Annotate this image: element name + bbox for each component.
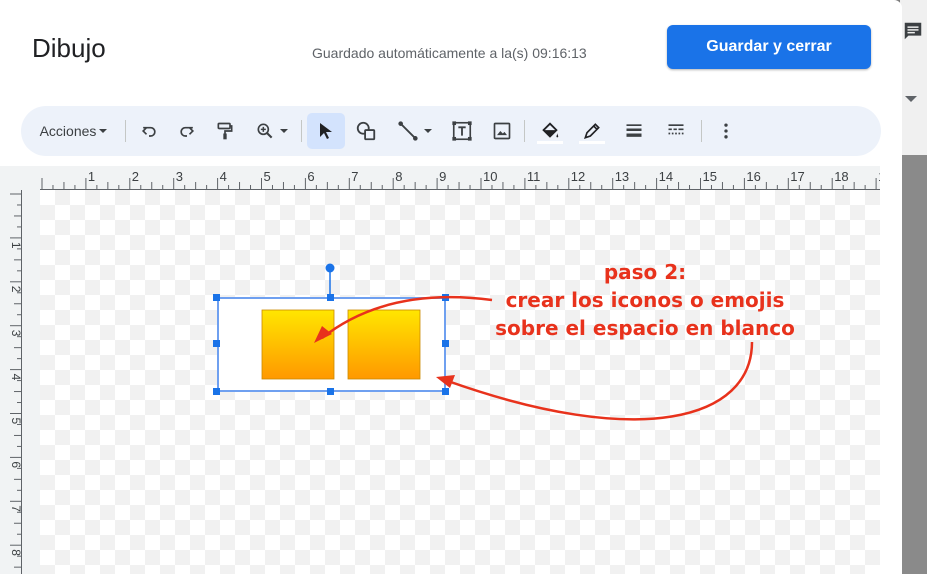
drawing-canvas-area: 12345678910111213141516171819 12345678 bbox=[0, 166, 880, 574]
zoom-button[interactable] bbox=[249, 106, 295, 156]
horizontal-ruler: 12345678910111213141516171819 bbox=[40, 169, 880, 190]
zoom-icon bbox=[257, 123, 273, 139]
ruler-label: 8 bbox=[9, 549, 22, 556]
border-weight-icon bbox=[626, 124, 642, 137]
undo-button[interactable] bbox=[135, 106, 163, 156]
border-color-button[interactable] bbox=[577, 106, 607, 156]
more-options-button[interactable] bbox=[711, 106, 741, 156]
ruler-label: 1 bbox=[9, 242, 22, 249]
ruler-label: 4 bbox=[9, 374, 22, 381]
redo-button[interactable] bbox=[173, 106, 201, 156]
text-box-icon bbox=[452, 121, 472, 141]
ruler-label: 4 bbox=[220, 169, 227, 184]
ruler-label: 12 bbox=[571, 169, 585, 184]
border-dash-icon bbox=[668, 124, 684, 135]
save-and-close-button[interactable]: Guardar y cerrar bbox=[667, 25, 871, 69]
shape-button[interactable] bbox=[351, 106, 381, 156]
ruler-label: 2 bbox=[132, 169, 139, 184]
ruler-label: 17 bbox=[790, 169, 804, 184]
vertical-ruler: 1 2 3 4 5 6 7 8 bbox=[9, 190, 22, 574]
ruler-label: 16 bbox=[746, 169, 760, 184]
border-dash-button[interactable] bbox=[661, 106, 691, 156]
comment-icon[interactable] bbox=[902, 20, 924, 42]
select-cursor-icon bbox=[320, 123, 332, 139]
ruler-label: 5 bbox=[9, 418, 22, 425]
drawing-dialog: Dibujo Guardado automáticamente a la(s) … bbox=[0, 0, 902, 574]
toolbar-separator bbox=[701, 120, 702, 142]
redo-icon bbox=[180, 126, 195, 137]
actions-label: Acciones bbox=[39, 123, 97, 139]
fill-color-icon bbox=[542, 122, 559, 138]
dropdown-arrow-icon bbox=[424, 129, 432, 133]
border-color-icon bbox=[584, 123, 600, 139]
actions-menu[interactable]: Acciones bbox=[33, 106, 115, 156]
caret-down-icon[interactable] bbox=[904, 94, 918, 104]
text-box-button[interactable] bbox=[447, 106, 477, 156]
border-color-swatch bbox=[579, 141, 605, 144]
annotation-line-2: crear los iconos o emojis bbox=[505, 288, 785, 312]
shape-icon bbox=[356, 121, 376, 141]
drawing-toolbar: Acciones bbox=[21, 106, 881, 156]
background-scroll-area bbox=[900, 155, 927, 574]
ruler-label: 5 bbox=[264, 169, 271, 184]
ruler-label: 3 bbox=[9, 330, 22, 337]
ruler-label: 14 bbox=[659, 169, 673, 184]
select-tool-button[interactable] bbox=[311, 106, 341, 156]
ruler-label: 6 bbox=[307, 169, 314, 184]
ruler-label: 2 bbox=[9, 286, 22, 293]
ruler-label: 6 bbox=[9, 461, 22, 468]
ruler-label: 8 bbox=[395, 169, 402, 184]
image-icon bbox=[493, 122, 511, 140]
dropdown-arrow-icon bbox=[280, 129, 288, 133]
ruler-label: 11 bbox=[527, 169, 541, 184]
border-weight-button[interactable] bbox=[619, 106, 649, 156]
undo-icon bbox=[141, 126, 156, 137]
ruler-label: 7 bbox=[351, 169, 358, 184]
toolbar-separator bbox=[125, 120, 126, 142]
annotation-line-3: sobre el espacio en blanco bbox=[495, 316, 795, 340]
paint-format-icon bbox=[217, 122, 233, 140]
ruler-label: 13 bbox=[615, 169, 629, 184]
ruler-label: 19 bbox=[878, 169, 880, 184]
autosave-status: Guardado automáticamente a la(s) 09:16:1… bbox=[312, 45, 587, 61]
ruler-label: 9 bbox=[439, 169, 446, 184]
fill-color-swatch bbox=[537, 141, 563, 144]
line-icon bbox=[398, 121, 418, 141]
dropdown-arrow-icon bbox=[99, 129, 108, 133]
toolbar-separator bbox=[301, 120, 302, 142]
annotation-line-1: paso 2: bbox=[603, 260, 687, 284]
ruler-label: 18 bbox=[834, 169, 848, 184]
ruler-label: 10 bbox=[483, 169, 497, 184]
image-button[interactable] bbox=[487, 106, 517, 156]
dialog-title: Dibujo bbox=[32, 33, 106, 63]
background-document bbox=[900, 0, 927, 574]
toolbar-separator bbox=[524, 120, 525, 142]
ruler-label: 1 bbox=[88, 169, 95, 184]
drawing-board[interactable] bbox=[40, 190, 880, 574]
ruler-label: 15 bbox=[703, 169, 717, 184]
fill-color-button[interactable] bbox=[535, 106, 565, 156]
ruler-label: 7 bbox=[9, 505, 22, 512]
ruler-label: 3 bbox=[176, 169, 183, 184]
line-button[interactable] bbox=[391, 106, 439, 156]
paint-format-button[interactable] bbox=[211, 106, 239, 156]
more-options-icon bbox=[724, 123, 728, 139]
